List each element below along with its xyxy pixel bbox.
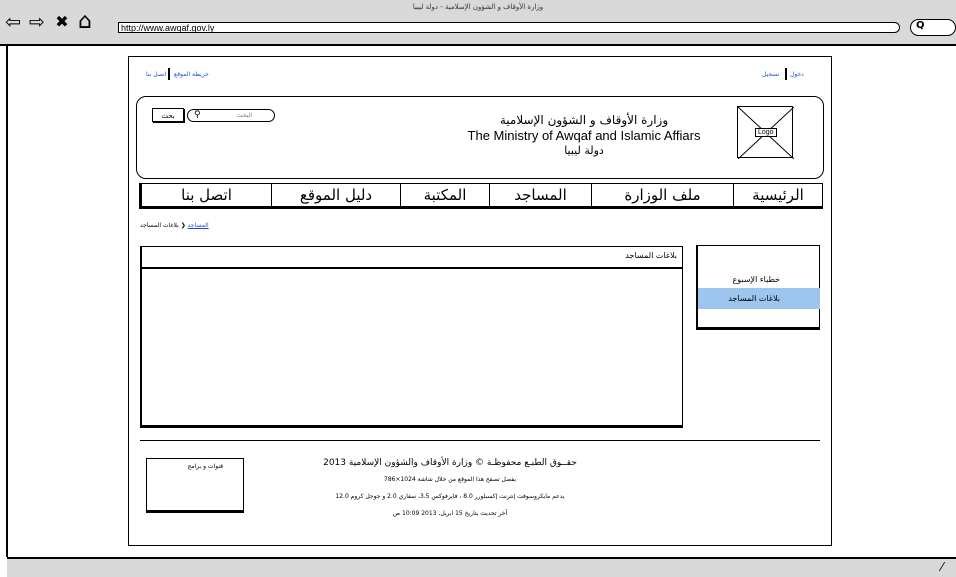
resolution-note: يفضل تصفح هذا الموقع من خلال شاشة 1024×7… (384, 476, 516, 483)
nav-contact[interactable]: اتصل بنا (142, 184, 272, 206)
back-icon[interactable]: ⇦ (2, 11, 24, 33)
home-icon[interactable]: ⌂ (74, 11, 96, 33)
nav-site-guide[interactable]: دليل الموقع (272, 184, 401, 206)
breadcrumb-current: بلاغات المساجد (140, 222, 179, 229)
login-link[interactable]: دخول (790, 71, 804, 78)
resize-grip-icon[interactable]: ⁄ (941, 560, 943, 574)
stop-icon[interactable]: ✖ (52, 11, 72, 33)
breadcrumb-chevron-icon: ❮ (180, 222, 186, 229)
search-icon: Q (916, 20, 925, 31)
contact-link[interactable]: اتصل بنا (146, 71, 166, 78)
url-bar[interactable]: http://www.awqaf.gov.ly (118, 22, 900, 33)
breadcrumb-parent[interactable]: المساجد (188, 222, 209, 229)
content-title: بلاغات المساجد (142, 247, 683, 269)
nav-mosques[interactable]: المساجد (490, 184, 592, 206)
last-updated: آخر تحديث بتاريخ 15 ابريل, 2013 10:09 ص (392, 510, 508, 517)
register-link[interactable]: تسجيل (762, 71, 779, 78)
magnifier-icon: ⚲ (194, 110, 201, 120)
side-menu: خطباء الإسبوع بلاغات المساجد (696, 245, 820, 330)
nav-ministry[interactable]: ملف الوزارة (592, 184, 734, 206)
window-border (6, 44, 8, 557)
status-bar (7, 557, 956, 577)
footer-divider (140, 440, 820, 441)
window-title: وزارة الأوقاف و الشؤون الإسلامية - دولة … (412, 3, 544, 11)
content-panel: بلاغات المساجد (140, 246, 683, 428)
sitemap-link[interactable]: خريطة الموقع (174, 71, 209, 78)
browser-support-note: يدعم مايكروسوفت إنترنت إكسبلورر 8.0 ، فا… (335, 493, 565, 500)
side-item-weekly-preachers[interactable]: خطباء الإسبوع (698, 269, 820, 290)
nav-library[interactable]: المكتبة (401, 184, 490, 206)
main-nav: الرئيسية ملف الوزارة المساجد المكتبة دلي… (139, 183, 823, 209)
nav-home[interactable]: الرئيسية (733, 184, 823, 206)
site-title-english: The Ministry of Awqaf and Islamic Affiar… (467, 128, 701, 143)
divider (168, 68, 170, 80)
channels-box[interactable]: قنوات و برامج (146, 458, 244, 513)
search-button[interactable]: بحث (152, 108, 184, 122)
side-item-mosque-notices[interactable]: بلاغات المساجد (698, 288, 820, 309)
browser-search-field[interactable]: Q (910, 19, 956, 36)
search-placeholder: البحث (236, 112, 252, 119)
divider (785, 68, 787, 80)
breadcrumb: المساجد ❮ بلاغات المساجد (140, 222, 209, 229)
copyright-text: حقــوق الطبـع محفوظـة © وزارة الأوقاف وا… (323, 458, 577, 468)
channels-label: قنوات و برامج (187, 463, 223, 470)
site-country: دولة ليبيا (564, 144, 604, 157)
search-input[interactable]: البحث ⚲ (187, 109, 275, 122)
forward-icon[interactable]: ⇨ (26, 11, 48, 33)
site-title-arabic: وزارة الأوقاف و الشؤون الإسلامية (499, 113, 669, 127)
